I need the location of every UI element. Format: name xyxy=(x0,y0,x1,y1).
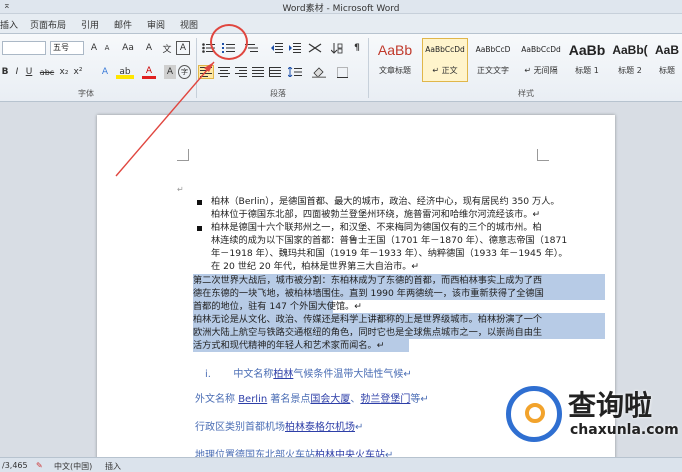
proofing-icon[interactable]: ✎ xyxy=(36,461,43,470)
language-indicator[interactable]: 中文(中国) xyxy=(54,461,92,472)
status-bar: /3,465 ✎ 中文(中国) 插入 xyxy=(0,457,682,472)
watermark-url: chaxunla.com xyxy=(570,422,679,438)
word-count[interactable]: /3,465 xyxy=(2,461,28,470)
watermark-logo: 查询啦 chaxunla.com xyxy=(498,378,679,458)
insert-mode-indicator[interactable]: 插入 xyxy=(105,461,121,472)
watermark-text: 查询啦 xyxy=(568,389,653,422)
magnifier-logo-icon xyxy=(506,386,562,442)
